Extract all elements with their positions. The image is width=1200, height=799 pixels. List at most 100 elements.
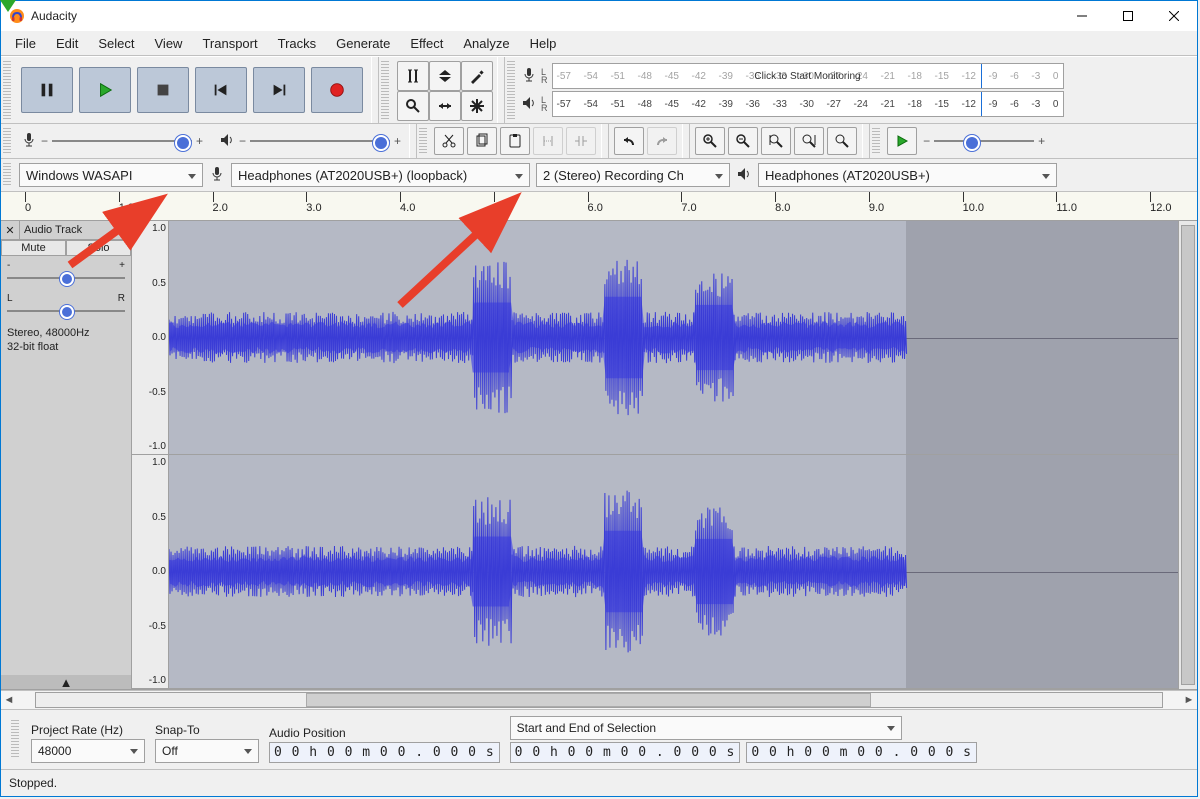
undo-button[interactable]	[614, 127, 644, 155]
menu-generate[interactable]: Generate	[326, 33, 400, 54]
title-bar: Audacity	[1, 1, 1197, 31]
app-title: Audacity	[31, 9, 77, 23]
edit-toolbar	[429, 124, 601, 158]
skip-end-button[interactable]	[253, 67, 305, 113]
vertical-scrollbar[interactable]	[1178, 221, 1197, 689]
menu-view[interactable]: View	[145, 33, 193, 54]
pause-button[interactable]	[21, 67, 73, 113]
play-at-speed-button[interactable]	[887, 127, 917, 155]
menu-help[interactable]: Help	[520, 33, 567, 54]
scroll-thumb[interactable]	[306, 693, 871, 707]
toolbar-grip[interactable]	[419, 128, 427, 154]
menu-transport[interactable]: Transport	[192, 33, 267, 54]
chevron-down-icon	[887, 721, 895, 735]
copy-button[interactable]	[467, 127, 497, 155]
toolbar-grip[interactable]	[11, 720, 19, 759]
rec-lr-label: LR	[541, 68, 548, 84]
timeline-ruler[interactable]: 01.02.03.04.05.06.07.08.09.010.011.012.0	[1, 191, 1197, 221]
close-button[interactable]	[1151, 1, 1197, 31]
play-volume-slider[interactable]	[250, 131, 390, 151]
waveform-left-channel[interactable]	[169, 221, 1178, 455]
playback-device-combo[interactable]: Headphones (AT2020USB+)	[758, 163, 1057, 187]
toolbar-grip[interactable]	[507, 61, 515, 119]
scroll-left-button[interactable]: ◄	[1, 692, 17, 708]
speaker-icon[interactable]	[521, 95, 537, 114]
selection-end-field[interactable]: 0 0 h 0 0 m 0 0 . 0 0 0 s	[746, 742, 977, 763]
playback-speed-slider[interactable]	[934, 131, 1034, 151]
toolbar-grip[interactable]	[3, 61, 11, 119]
skip-start-button[interactable]	[195, 67, 247, 113]
chevron-down-icon	[244, 744, 252, 758]
toolbar-grip[interactable]	[3, 128, 11, 154]
record-button[interactable]	[311, 67, 363, 113]
multi-tool[interactable]	[461, 91, 493, 121]
recording-meter[interactable]: -57-54-51-48-45-42-39-36-33-30-27-24-21-…	[552, 63, 1064, 89]
undo-toolbar	[609, 124, 682, 158]
snap-to-combo[interactable]: Off	[155, 739, 259, 763]
menu-edit[interactable]: Edit	[46, 33, 88, 54]
tracks-area: ✕ Audio Track▼ Mute Solo -+ LR Stereo, 4…	[1, 221, 1197, 690]
draw-tool[interactable]	[461, 61, 493, 91]
toolbar-grip[interactable]	[3, 163, 11, 187]
menu-tracks[interactable]: Tracks	[268, 33, 327, 54]
playhead-pin-icon[interactable]	[0, 0, 16, 12]
envelope-tool[interactable]	[429, 61, 461, 91]
tools-toolbar	[391, 57, 497, 123]
rec-volume-block: − +	[13, 131, 211, 151]
mic-icon	[209, 166, 225, 185]
audio-position-field[interactable]: 0 0 h 0 0 m 0 0 . 0 0 0 s	[269, 742, 500, 763]
audio-position-label: Audio Position	[269, 726, 500, 740]
cut-button[interactable]	[434, 127, 464, 155]
zoom-toggle-button[interactable]	[827, 127, 857, 155]
play-volume-block: − +	[211, 131, 409, 151]
selection-mode-combo[interactable]: Start and End of Selection	[510, 716, 902, 740]
solo-button[interactable]: Solo	[66, 240, 131, 256]
zoom-toolbar	[690, 124, 862, 158]
rec-volume-slider[interactable]	[52, 131, 192, 151]
project-rate-combo[interactable]: 48000	[31, 739, 145, 763]
horizontal-scrollbar[interactable]: ◄ ►	[1, 690, 1197, 709]
track-close-button[interactable]: ✕	[1, 221, 20, 239]
menu-select[interactable]: Select	[88, 33, 144, 54]
fit-selection-button[interactable]	[761, 127, 791, 155]
minimize-button[interactable]	[1059, 1, 1105, 31]
menu-file[interactable]: File	[5, 33, 46, 54]
project-rate-label: Project Rate (Hz)	[31, 723, 145, 737]
track-control-panel: ✕ Audio Track▼ Mute Solo -+ LR Stereo, 4…	[1, 221, 132, 689]
audio-host-combo[interactable]: Windows WASAPI	[19, 163, 203, 187]
zoom-tool[interactable]	[397, 91, 429, 121]
menu-analyze[interactable]: Analyze	[453, 33, 519, 54]
pan-slider[interactable]	[7, 310, 125, 312]
trim-button[interactable]	[533, 127, 563, 155]
track-menu-dropdown[interactable]: Audio Track▼	[20, 222, 131, 238]
selection-tool[interactable]	[397, 61, 429, 91]
chevron-down-icon	[130, 744, 138, 758]
recording-channels-combo[interactable]: 2 (Stereo) Recording Ch	[536, 163, 730, 187]
paste-button[interactable]	[500, 127, 530, 155]
timeshift-tool[interactable]	[429, 91, 461, 121]
speaker-icon	[219, 132, 235, 151]
stop-button[interactable]	[137, 67, 189, 113]
toolbars: LR -57-54-51-48-45-42-39-36-33-30-27-24-…	[1, 56, 1197, 191]
menu-effect[interactable]: Effect	[400, 33, 453, 54]
play-button[interactable]	[79, 67, 131, 113]
mute-button[interactable]: Mute	[1, 240, 66, 256]
toolbar-grip[interactable]	[872, 128, 880, 154]
toolbar-grip[interactable]	[381, 61, 389, 119]
silence-button[interactable]	[566, 127, 596, 155]
fit-project-button[interactable]	[794, 127, 824, 155]
scroll-right-button[interactable]: ►	[1181, 692, 1197, 708]
redo-button[interactable]	[647, 127, 677, 155]
maximize-button[interactable]	[1105, 1, 1151, 31]
mic-icon[interactable]	[521, 67, 537, 86]
recording-device-combo[interactable]: Headphones (AT2020USB+) (loopback)	[231, 163, 530, 187]
playback-meter[interactable]: -57-54-51-48-45-42-39-36-33-30-27-24-21-…	[552, 91, 1064, 117]
track-collapse-button[interactable]: ▲	[1, 675, 131, 689]
waveform-right-channel[interactable]	[169, 455, 1178, 689]
chevron-down-icon	[1042, 168, 1050, 183]
zoom-in-button[interactable]	[695, 127, 725, 155]
zoom-out-button[interactable]	[728, 127, 758, 155]
selection-start-field[interactable]: 0 0 h 0 0 m 0 0 . 0 0 0 s	[510, 742, 741, 763]
gain-slider[interactable]	[7, 277, 125, 279]
waveform-area[interactable]	[169, 221, 1178, 689]
